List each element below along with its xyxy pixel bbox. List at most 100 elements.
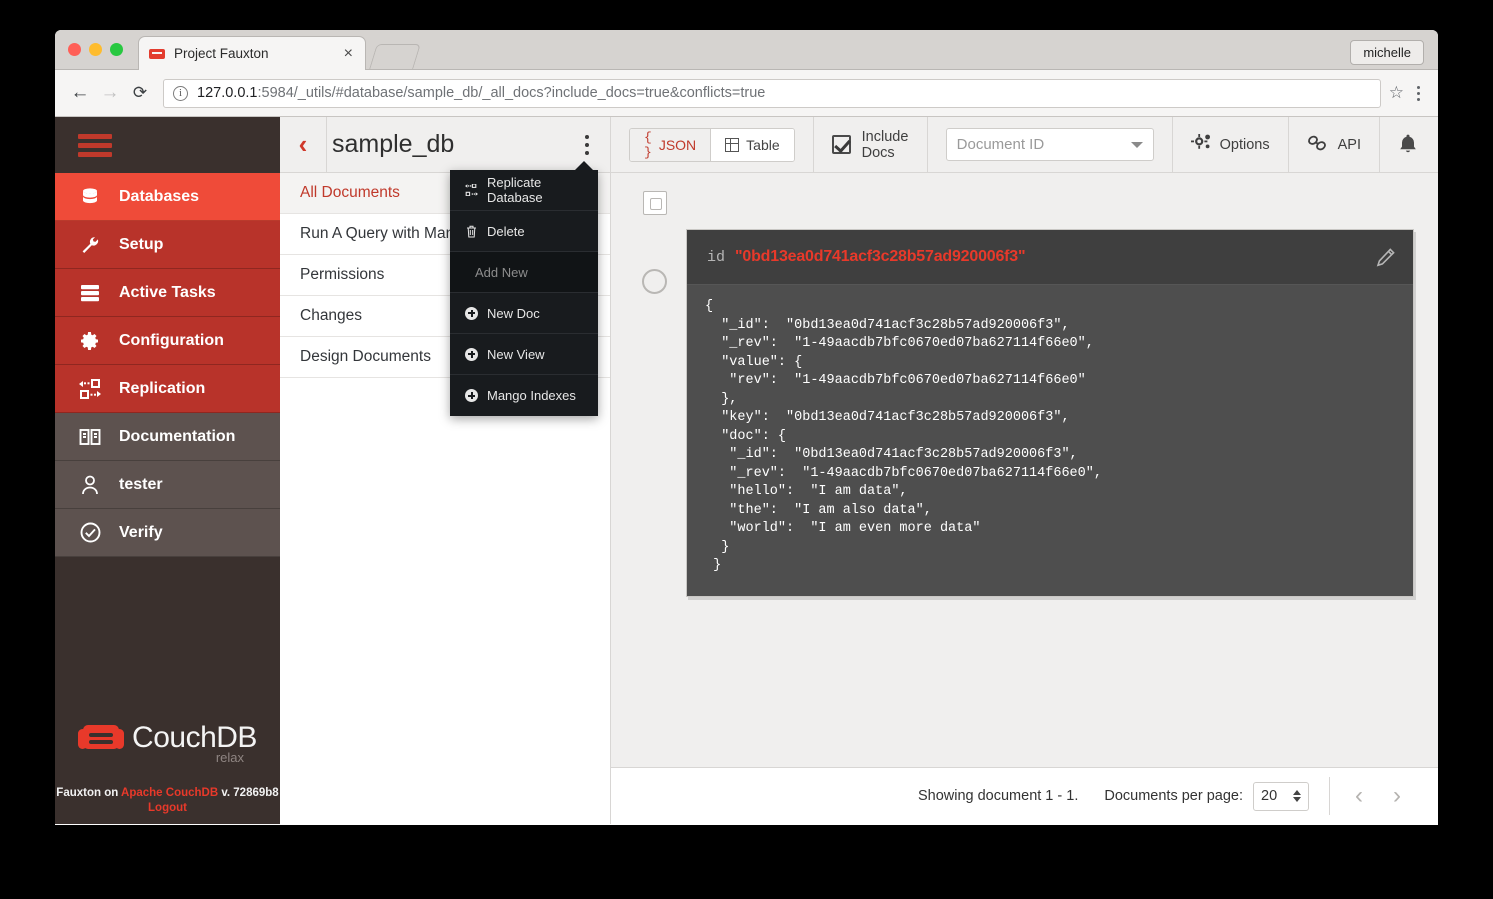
tasks-icon	[78, 281, 102, 305]
main-content: { } JSON Table Include Docs Document ID …	[611, 117, 1438, 824]
edit-pencil-icon[interactable]	[1376, 247, 1396, 267]
menu-item-new-view[interactable]: New View	[450, 334, 598, 375]
documents-list: id "0bd13ea0d741acf3c28b57ad920006f3" { …	[611, 173, 1438, 767]
credit-prefix: Fauxton on	[56, 787, 122, 799]
options-gears-icon	[1190, 133, 1211, 156]
close-window-button[interactable]	[68, 43, 81, 56]
dbrow-label: All Documents	[300, 184, 400, 201]
hamburger-icon[interactable]	[78, 133, 112, 157]
back-chevron-icon[interactable]: ‹	[280, 129, 326, 160]
sidebar-item-user[interactable]: tester	[55, 461, 280, 509]
menu-item-label: New View	[487, 346, 545, 362]
database-context-menu: Replicate Database Delete Add New New Do…	[450, 161, 598, 416]
replication-icon	[78, 377, 102, 401]
browser-menu-icon[interactable]	[1408, 85, 1428, 101]
sidebar-item-documentation[interactable]: Documentation	[55, 413, 280, 461]
minimize-window-button[interactable]	[89, 43, 102, 56]
browser-window: Project Fauxton × michelle ← → ⟳ i 127.0…	[55, 30, 1438, 825]
couchdb-logo: CouchDB	[55, 721, 280, 755]
gear-icon	[78, 329, 102, 353]
api-button[interactable]: API	[1307, 135, 1361, 155]
dbrow-label: Permissions	[300, 266, 385, 283]
api-segment: API	[1289, 117, 1380, 172]
document-id-value: Document ID	[956, 136, 1045, 153]
include-docs-checkbox[interactable]: Include Docs	[831, 129, 909, 161]
documents-per-page-label: Documents per page:	[1104, 788, 1243, 804]
logout-link[interactable]: Logout	[55, 802, 280, 814]
sidebar-item-label: Configuration	[119, 331, 224, 349]
options-button[interactable]: Options	[1190, 133, 1270, 156]
browser-profile-chip[interactable]: michelle	[1350, 40, 1424, 65]
new-tab-button[interactable]	[369, 44, 421, 69]
json-view-button[interactable]: { } JSON	[630, 128, 711, 161]
credit-version: v. 72869b8	[218, 787, 279, 799]
page-title: sample_db	[326, 117, 564, 172]
couch-icon	[78, 721, 125, 755]
stepper-arrows-icon[interactable]	[1293, 790, 1301, 802]
menu-section-label: Add New	[475, 264, 528, 280]
menu-item-replicate-database[interactable]: Replicate Database	[450, 170, 598, 211]
menu-item-new-doc[interactable]: New Doc	[450, 293, 598, 334]
database-panel: ‹ sample_db All Documents Run A Query wi…	[280, 117, 611, 824]
trash-icon	[465, 225, 478, 238]
menu-item-label: Mango Indexes	[487, 388, 576, 403]
menu-item-delete[interactable]: Delete	[450, 211, 598, 252]
database-icon	[78, 185, 102, 209]
plus-icon	[465, 347, 478, 361]
reload-icon[interactable]: ⟳	[125, 78, 155, 108]
fauxton-favicon-icon	[149, 47, 165, 60]
sidebar-item-active-tasks[interactable]: Active Tasks	[55, 269, 280, 317]
next-page-button[interactable]: ›	[1378, 777, 1416, 815]
browser-toolbar: ← → ⟳ i 127.0.0.1:5984/_utils/#database/…	[55, 70, 1438, 117]
document-card-header: id "0bd13ea0d741acf3c28b57ad920006f3"	[687, 230, 1413, 285]
address-bar[interactable]: i 127.0.0.1:5984/_utils/#database/sample…	[163, 78, 1381, 108]
table-view-button[interactable]: Table	[710, 128, 794, 161]
options-label: Options	[1219, 136, 1270, 153]
menu-item-label: Delete	[487, 223, 525, 239]
showing-documents-text: Showing document 1 - 1.	[917, 788, 1079, 804]
grid-icon	[725, 137, 740, 152]
browser-tab-title: Project Fauxton	[174, 46, 269, 61]
document-id-label: id	[707, 248, 726, 266]
plus-icon	[465, 389, 478, 402]
sidebar-toggle[interactable]	[55, 117, 280, 173]
forward-icon[interactable]: →	[95, 78, 125, 108]
link-icon	[1307, 135, 1329, 155]
site-info-icon[interactable]: i	[173, 85, 188, 101]
version-credit: Fauxton on Apache CouchDB v. 72869b8	[55, 787, 280, 799]
document-card[interactable]: id "0bd13ea0d741acf3c28b57ad920006f3" { …	[686, 229, 1414, 597]
browser-tab[interactable]: Project Fauxton ×	[138, 36, 366, 70]
include-docs-segment: Include Docs	[814, 117, 928, 172]
sidebar-item-label: Active Tasks	[119, 283, 216, 301]
back-icon[interactable]: ←	[65, 78, 95, 108]
sidebar-item-setup[interactable]: Setup	[55, 221, 280, 269]
documents-per-page-value: 20	[1261, 788, 1278, 804]
select-all-checkbox[interactable]	[643, 191, 667, 215]
menu-item-label: New Doc	[487, 305, 540, 321]
document-id-text: "0bd13ea0d741acf3c28b57ad920006f3"	[735, 248, 1026, 265]
maximize-window-button[interactable]	[110, 43, 123, 56]
sidebar-item-replication[interactable]: Replication	[55, 365, 280, 413]
dbrow-label: Run A Query with Mango	[300, 225, 472, 242]
wrench-icon	[78, 233, 102, 257]
sidebar-item-label: tester	[119, 475, 163, 493]
check-circle-icon	[78, 521, 102, 545]
documents-per-page-stepper[interactable]: 20	[1253, 781, 1309, 811]
sidebar-item-verify[interactable]: Verify	[55, 509, 280, 557]
logo-text: CouchDB	[132, 721, 257, 754]
row-select-radio[interactable]	[642, 269, 667, 294]
bookmark-star-icon[interactable]: ☆	[1389, 83, 1404, 103]
bell-icon[interactable]	[1398, 134, 1420, 156]
sidebar-item-databases[interactable]: Databases	[55, 173, 280, 221]
apache-couchdb-link[interactable]: Apache CouchDB	[121, 787, 218, 799]
database-menu-icon[interactable]	[564, 134, 610, 155]
json-braces-icon: { }	[644, 129, 652, 160]
menu-caret-icon	[574, 161, 594, 171]
dbrow-label: Design Documents	[300, 348, 431, 365]
previous-page-button[interactable]: ‹	[1340, 777, 1378, 815]
sidebar-item-configuration[interactable]: Configuration	[55, 317, 280, 365]
document-id-select[interactable]: Document ID	[945, 128, 1154, 161]
close-icon[interactable]: ×	[342, 45, 355, 62]
main-sidebar: Databases Setup Active Tasks Configurati…	[55, 117, 280, 824]
menu-item-mango-indexes[interactable]: Mango Indexes	[450, 375, 598, 416]
